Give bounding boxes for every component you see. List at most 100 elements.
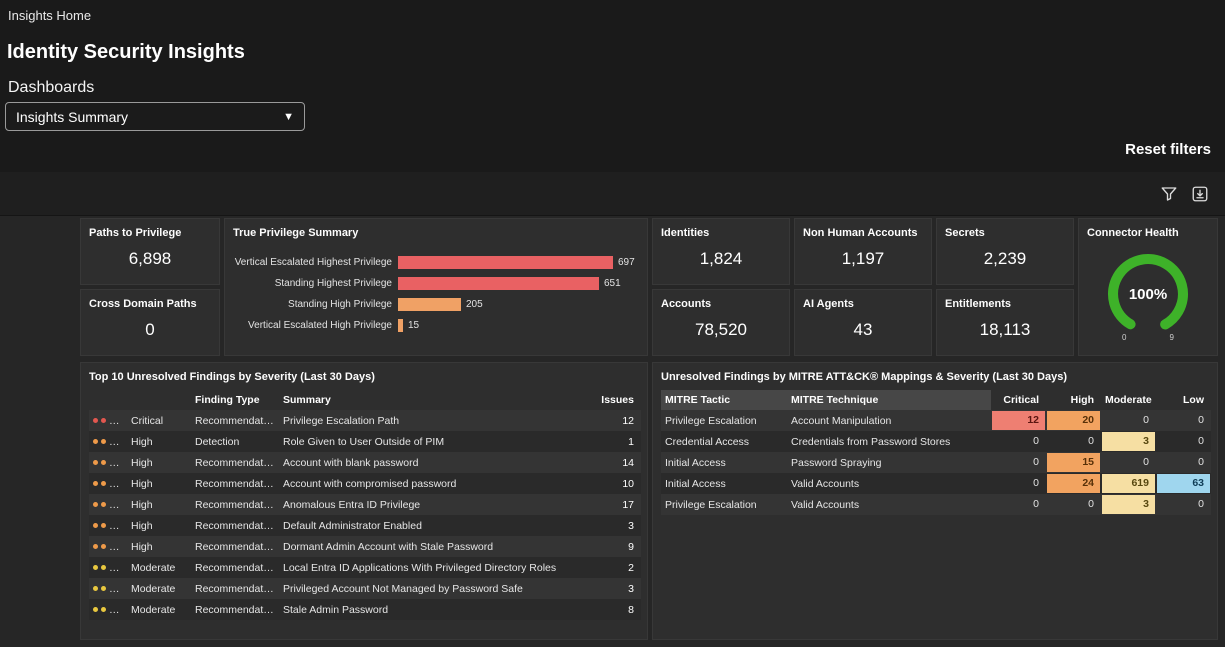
finding-type: Recommendation [195,603,278,616]
severity-count-cell-critical: 0 [991,431,1046,452]
dashboard-select[interactable]: Insights Summary ▼ [5,102,305,131]
finding-row[interactable]: High Recommendation Account with compromis… [89,473,641,494]
kpi-label: Paths to Privilege [89,227,182,239]
mitre-row[interactable]: Privilege Escalation Valid Accounts 0 0 3 0 [661,494,1211,515]
severity-dot-filled [101,523,106,529]
severity-count-cell-moderate: 3 [1101,494,1156,515]
gauge-label: Connector Health [1087,227,1179,239]
mitre-technique: Credentials from Password Stores [791,435,951,448]
bar-value-label: 205 [466,299,483,310]
finding-row[interactable]: High Recommendation Default Administrator … [89,515,641,536]
bar-value-label: 651 [604,278,621,289]
finding-row[interactable]: Moderate Recommendation Local Entra ID App… [89,557,641,578]
finding-summary: Stale Admin Password [283,603,389,616]
mitre-technique: Account Manipulation [791,414,892,427]
severity-count-cell-critical: 0 [991,452,1046,473]
finding-type: Recommendation [195,414,278,427]
dashboard-select-value: Insights Summary [16,108,129,125]
finding-summary: Dormant Admin Account with Stale Passwor… [283,540,494,553]
mitre-row[interactable]: Credential Access Credentials from Passwo… [661,431,1211,452]
severity-dots [89,599,127,620]
mitre-header-row: MITRE Tactic MITRE Technique Critical Hi… [661,390,1211,410]
bar-segment[interactable] [398,298,461,311]
severity-dot-filled [101,481,106,487]
mitre-tactic: Initial Access [665,456,726,469]
severity-dot-filled [101,439,106,445]
col-high: High [1070,394,1094,406]
findings-table: Finding Type Summary Issues Critical Reco… [89,390,641,620]
severity-count-cell-low: 0 [1156,452,1211,473]
mitre-row[interactable]: Privilege Escalation Account Manipulation… [661,410,1211,431]
finding-row[interactable]: Moderate Recommendation Privileged Account… [89,578,641,599]
severity-dot-filled [93,523,98,529]
mitre-row[interactable]: Initial Access Valid Accounts 0 24 619 63 [661,473,1211,494]
finding-row[interactable]: Critical Recommendation Privilege Escalati… [89,410,641,431]
severity-count-high: 20 [1047,411,1100,430]
severity-dot-filled [101,502,106,508]
severity-dot-filled [93,418,98,424]
finding-row[interactable]: High Recommendation Anomalous Entra ID Pri… [89,494,641,515]
kpi-card-secrets: Secrets 2,239 [936,218,1074,285]
severity-count-low: 0 [1198,414,1204,426]
kpi-card-accounts: Accounts 78,520 [652,289,790,356]
kpi-label: AI Agents [803,298,854,310]
issues-count: 10 [622,477,634,490]
severity-dot-filled [93,607,98,613]
severity-dot-filled [101,418,106,424]
finding-row[interactable]: High Recommendation Account with blank pas… [89,452,641,473]
col-finding-type: Finding Type [195,394,260,406]
severity-count-cell-moderate: 619 [1101,473,1156,494]
finding-row[interactable]: Moderate Recommendation Stale Admin Passwo… [89,599,641,620]
severity-dots [89,578,127,599]
mitre-tactic: Privilege Escalation [665,498,757,511]
severity-dot-filled [101,586,106,592]
finding-summary: Privileged Account Not Managed by Passwo… [283,582,523,595]
download-icon[interactable] [1191,185,1209,203]
severity-count-high: 15 [1047,453,1100,472]
filter-icon[interactable] [1160,185,1178,203]
severity-dots [89,452,127,473]
bar-segment[interactable] [398,277,599,290]
page: Insights Home Identity Security Insights… [0,0,1225,647]
finding-row[interactable]: High Detection Role Given to User Outside … [89,431,641,452]
chevron-down-icon: ▼ [283,110,294,123]
severity-dot-filled [93,460,98,466]
severity-dots [89,557,127,578]
bar-category-label: Standing Highest Privilege [274,278,392,289]
bar-category-label: Vertical Escalated High Privilege [248,320,392,331]
kpi-value: 6,898 [128,249,172,268]
mitre-tactic: Initial Access [665,477,726,490]
severity-count-cell-low: 63 [1156,473,1211,494]
bar-value-label: 697 [618,257,635,268]
bar-row: Vertical Escalated Highest Privilege 697 [233,252,647,273]
severity-dots [89,473,127,494]
finding-row[interactable]: High Recommendation Dormant Admin Account … [89,536,641,557]
reset-filters-link[interactable]: Reset filters [1125,141,1211,158]
kpi-card-identities: Identities 1,824 [652,218,790,285]
chart-title: True Privilege Summary [233,227,359,239]
finding-type: Recommendation [195,456,278,469]
bar-segment[interactable] [398,256,613,269]
mitre-row[interactable]: Initial Access Password Spraying 0 15 0 0 [661,452,1211,473]
mitre-title: Unresolved Findings by MITRE ATT&CK® Map… [661,371,1068,383]
severity-count-critical: 0 [1033,435,1039,447]
breadcrumb[interactable]: Insights Home [8,8,91,23]
bar-row: Standing Highest Privilege 651 [233,273,647,294]
severity-label: High [131,456,153,469]
gauge-max-label: 9 [1169,333,1174,342]
severity-count-critical: 0 [1033,498,1039,510]
severity-label: Moderate [131,582,176,595]
severity-count-critical: 0 [1033,477,1039,489]
mitre-table-body: Privilege Escalation Account Manipulation… [661,410,1211,515]
connector-health-gauge: 100% 0 9 [1102,248,1194,348]
severity-count-cell-high: 20 [1046,410,1101,431]
toolbar [0,172,1225,216]
finding-summary: Account with blank password [283,456,419,469]
finding-summary: Anomalous Entra ID Privilege [283,498,421,511]
severity-count-high: 24 [1047,474,1100,493]
severity-count-low: 0 [1198,456,1204,468]
bar-category-label: Vertical Escalated Highest Privilege [234,257,392,268]
issues-count: 8 [628,603,634,616]
severity-label: High [131,498,153,511]
severity-dots [89,536,127,557]
